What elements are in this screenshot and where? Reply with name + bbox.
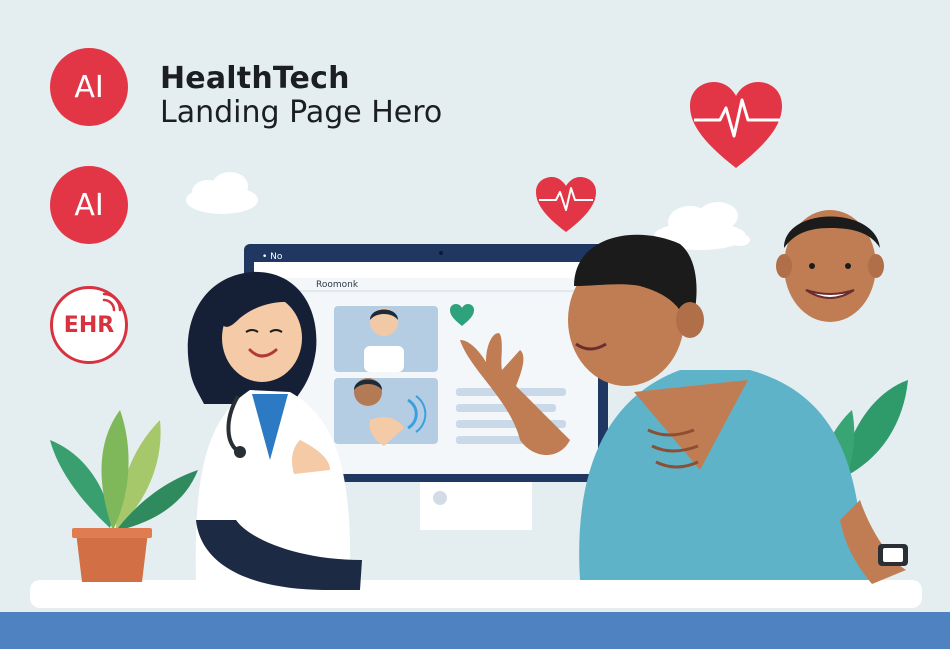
- hero-illustration: • No Roomonk: [0, 82, 950, 649]
- heart-pulse-icon: [536, 177, 596, 232]
- avatar: [776, 210, 884, 322]
- desk: [30, 580, 922, 608]
- plant-icon: [50, 410, 198, 582]
- monitor-app-label: Roomonk: [316, 280, 359, 290]
- wifi-icon: [102, 292, 122, 312]
- cloud-icon: [186, 172, 258, 214]
- monitor-status-text: • No: [262, 252, 283, 262]
- floor: [0, 612, 950, 649]
- heart-pulse-icon: [690, 82, 782, 168]
